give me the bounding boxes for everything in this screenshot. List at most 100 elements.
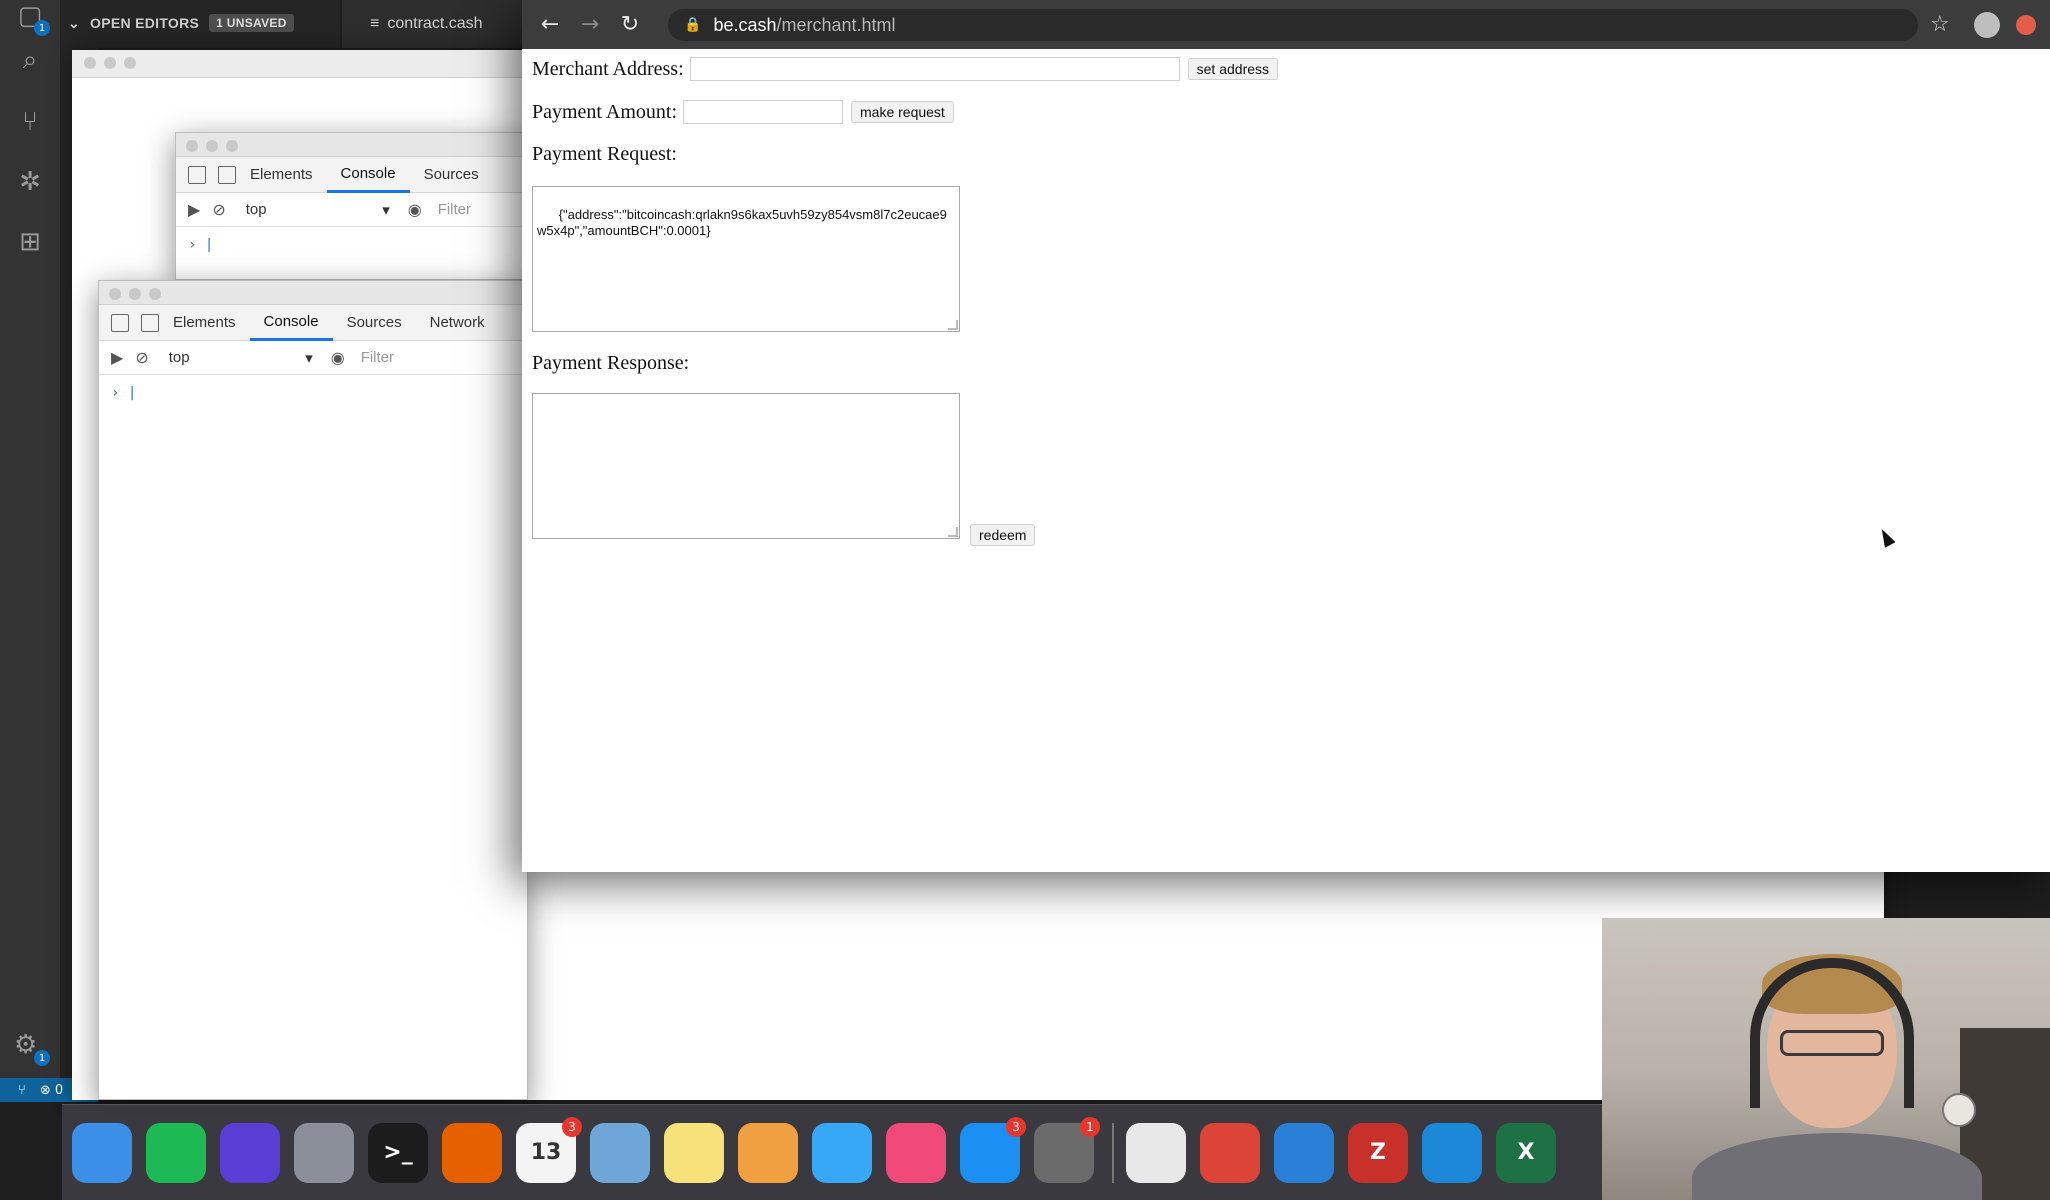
sidebar-toggle-icon[interactable]: ▶ — [111, 348, 123, 367]
firefox-icon[interactable] — [442, 1122, 502, 1183]
tab-console[interactable]: Console — [249, 305, 333, 341]
tab-sources[interactable]: Sources — [333, 305, 416, 341]
bookmark-star-icon[interactable]: ☆ — [1930, 12, 1950, 37]
tab-elements[interactable]: Elements — [159, 305, 250, 341]
context-select[interactable]: top ▾ — [246, 201, 396, 219]
vscode-icon[interactable] — [1422, 1122, 1482, 1183]
itunes-icon[interactable] — [886, 1122, 946, 1183]
gear-icon[interactable]: ⚙ 1 — [14, 1030, 50, 1066]
chevron-down-icon: ⌄ — [68, 14, 81, 31]
profile-avatar-icon[interactable] — [1974, 12, 2000, 38]
chrome-icon[interactable] — [1200, 1122, 1260, 1183]
device-toolbar-icon[interactable] — [218, 165, 236, 184]
make-request-button[interactable]: make request — [851, 101, 954, 123]
merchant-address-input[interactable] — [689, 57, 1180, 81]
payment-amount-label: Payment Amount: — [532, 100, 677, 123]
inspect-icon[interactable] — [188, 165, 206, 184]
context-select[interactable]: top ▾ — [169, 349, 319, 367]
finder-icon[interactable] — [72, 1122, 132, 1183]
console-prompt[interactable]: › | — [176, 227, 534, 263]
payment-response-row: Payment Response: — [532, 352, 689, 375]
debug-icon[interactable]: ✲ — [14, 166, 46, 198]
settings-badge: 1 — [34, 1050, 50, 1066]
console-toolbar: ▶ ⊘ top ▾ ◉ Filter — [99, 341, 527, 375]
forward-icon[interactable]: → — [570, 12, 610, 37]
notes-icon[interactable] — [664, 1122, 724, 1183]
address-bar[interactable]: 🔒 be.cash/merchant.html — [668, 9, 1918, 41]
webcam-person-body — [1692, 1133, 1982, 1200]
zoom-dot[interactable] — [226, 140, 238, 152]
payment-amount-input[interactable] — [683, 100, 843, 124]
eye-icon[interactable]: ◉ — [331, 348, 345, 367]
terminal-glyph: >_ — [383, 1140, 413, 1165]
launchpad-icon[interactable] — [294, 1122, 354, 1183]
open-editors-section[interactable]: ⌄ OPEN EDITORS 1 UNSAVED — [68, 14, 294, 32]
tab-elements[interactable]: Elements — [236, 157, 327, 193]
payment-amount-row: Payment Amount: make request — [532, 100, 954, 124]
filezilla-glyph: Z — [1370, 1140, 1386, 1165]
tab-console[interactable]: Console — [326, 157, 410, 193]
close-dot[interactable] — [186, 140, 198, 152]
filezilla-icon[interactable]: Z — [1348, 1122, 1408, 1183]
dock-separator — [1112, 1122, 1114, 1183]
console-toolbar: ▶ ⊘ top ▾ ◉ Filter — [176, 193, 534, 227]
url-path: /merchant.html — [776, 14, 896, 35]
minimize-dot[interactable] — [129, 288, 141, 300]
charts-app-icon[interactable] — [1274, 1122, 1334, 1183]
zoom-dot[interactable] — [124, 57, 136, 69]
reload-icon[interactable]: ↻ — [610, 12, 650, 37]
error-count[interactable]: ⊗ 0 — [40, 1083, 63, 1098]
app-store-icon[interactable]: 3 — [960, 1116, 1026, 1183]
eye-icon[interactable]: ◉ — [408, 200, 422, 219]
photos-icon[interactable] — [738, 1122, 798, 1183]
filter-input[interactable]: Filter — [361, 349, 394, 366]
filter-input[interactable]: Filter — [438, 201, 471, 218]
payment-request-textarea[interactable]: {"address":"bitcoincash:qrlakn9s6kax5uvh… — [532, 186, 960, 332]
merchant-address-label: Merchant Address: — [532, 57, 684, 80]
console-prompt[interactable]: › | — [99, 375, 527, 411]
browser-window: ← → ↻ 🔒 be.cash/merchant.html ☆ Merchant… — [522, 0, 2050, 872]
webcam-person-headphones — [1750, 958, 1914, 1108]
keyboard-viewer-icon[interactable] — [1126, 1122, 1186, 1183]
dropdown-arrow-icon: ▾ — [382, 201, 390, 219]
close-dot[interactable] — [84, 57, 96, 69]
zoom-dot[interactable] — [149, 288, 161, 300]
resize-handle-icon[interactable] — [948, 320, 958, 330]
minimize-dot[interactable] — [206, 140, 218, 152]
open-editors-label: OPEN EDITORS — [90, 15, 200, 31]
redeem-button[interactable]: redeem — [970, 524, 1036, 546]
terminal-icon[interactable]: >_ — [368, 1122, 428, 1183]
url-host: be.cash — [713, 14, 777, 35]
excel-icon[interactable]: X — [1496, 1122, 1556, 1183]
payment-response-textarea[interactable] — [532, 393, 960, 539]
devtools-tabs: Elements Console Sources Network — [99, 305, 527, 341]
tab-sources[interactable]: Sources — [410, 157, 493, 193]
tab-network[interactable]: Network — [416, 305, 499, 341]
system-preferences-icon[interactable]: 1 — [1034, 1116, 1100, 1183]
close-dot[interactable] — [109, 288, 121, 300]
system-preferences-badge: 1 — [1080, 1116, 1100, 1137]
preview-icon[interactable] — [590, 1122, 650, 1183]
siri-icon[interactable] — [220, 1122, 280, 1183]
search-icon[interactable]: ⌕ — [14, 44, 46, 76]
calendar-icon[interactable]: 13 3 — [516, 1116, 582, 1183]
resize-handle-icon[interactable] — [948, 527, 958, 537]
minimize-dot[interactable] — [104, 57, 116, 69]
device-toolbar-icon[interactable] — [141, 313, 159, 332]
branch-icon[interactable]: ⑂ — [18, 1083, 26, 1098]
source-control-icon[interactable]: ⑂ — [14, 106, 46, 138]
payment-request-text: {"address":"bitcoincash:qrlakn9s6kax5uvh… — [537, 207, 947, 238]
inspect-icon[interactable] — [111, 313, 129, 332]
explorer-icon[interactable]: ▢ 1 — [14, 0, 50, 36]
back-icon[interactable]: ← — [530, 12, 570, 37]
clear-console-icon[interactable]: ⊘ — [135, 348, 148, 367]
spotify-icon[interactable] — [146, 1122, 206, 1183]
set-address-button[interactable]: set address — [1187, 58, 1279, 80]
extension-icon[interactable] — [2016, 15, 2036, 35]
extensions-icon[interactable]: ⊞ — [14, 226, 46, 258]
calendar-badge: 3 — [562, 1116, 582, 1137]
sidebar-toggle-icon[interactable]: ▶ — [188, 200, 200, 219]
messages-icon[interactable] — [812, 1122, 872, 1183]
editor-tab-contract[interactable]: ≡ contract.cash — [342, 0, 522, 48]
clear-console-icon[interactable]: ⊘ — [212, 200, 225, 219]
